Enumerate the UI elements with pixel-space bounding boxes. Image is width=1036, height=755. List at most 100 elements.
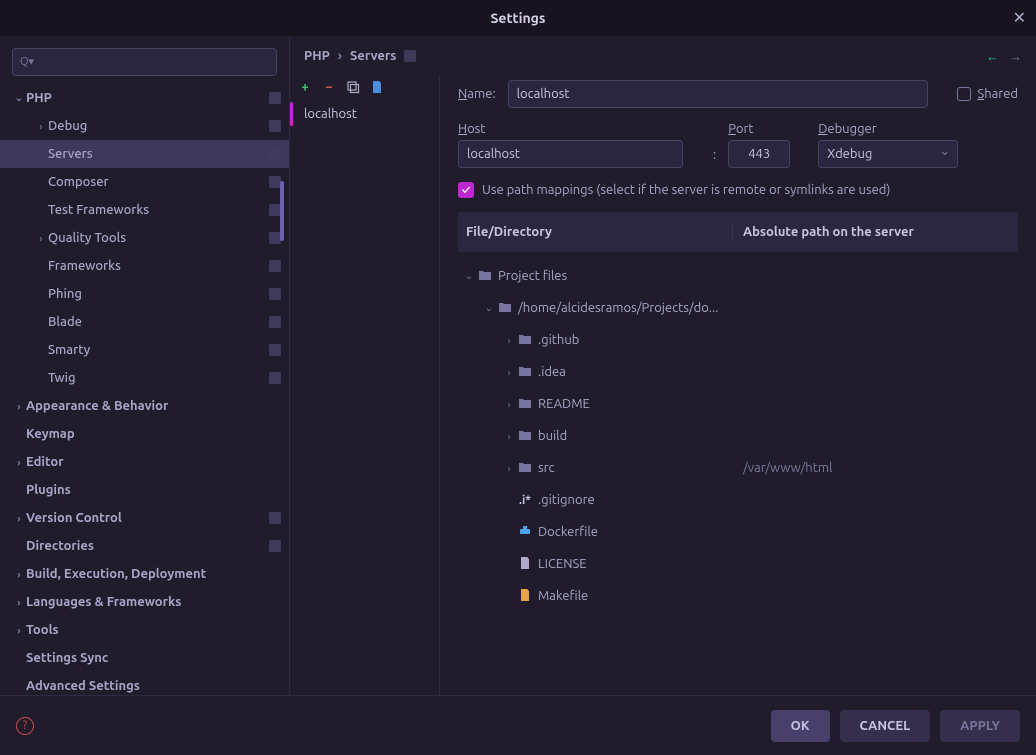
- sidebar-item[interactable]: Composer: [0, 168, 289, 196]
- chevron-icon: ›: [34, 233, 48, 244]
- sidebar-item[interactable]: Settings Sync: [0, 644, 289, 672]
- mapping-absolute-path[interactable]: /var/www/html: [733, 461, 1018, 475]
- mapping-row[interactable]: Makefile: [458, 580, 1018, 612]
- docker-icon: [516, 525, 534, 540]
- nav-back-icon[interactable]: ←: [986, 49, 999, 64]
- sidebar-item[interactable]: Smarty: [0, 336, 289, 364]
- mapping-row[interactable]: .i* .gitignore: [458, 484, 1018, 516]
- chevron-icon: ›: [502, 431, 516, 442]
- sidebar-item[interactable]: Phing: [0, 280, 289, 308]
- chevron-icon: ›: [12, 401, 26, 412]
- apply-button[interactable]: APPLY: [940, 710, 1020, 742]
- sidebar-item-label: Smarty: [48, 343, 265, 357]
- copy-icon[interactable]: [346, 80, 360, 94]
- project-scope-badge: [269, 120, 281, 132]
- mapping-label: LICENSE: [538, 557, 587, 571]
- sidebar-item[interactable]: Servers: [0, 140, 289, 168]
- server-form: Name: Shared Host : Port: [440, 76, 1036, 695]
- sidebar-item[interactable]: Advanced Settings: [0, 672, 289, 695]
- host-input[interactable]: [458, 140, 683, 168]
- cancel-button[interactable]: CANCEL: [840, 710, 931, 742]
- mapping-row[interactable]: ›src/var/www/html: [458, 452, 1018, 484]
- sidebar-item-label: Phing: [48, 287, 265, 301]
- breadcrumb-parent[interactable]: PHP: [304, 49, 330, 63]
- sidebar-item-label: Debug: [48, 119, 265, 133]
- chevron-icon: ›: [502, 367, 516, 378]
- sidebar-item[interactable]: Directories: [0, 532, 289, 560]
- sidebar-item[interactable]: ›Quality Tools: [0, 224, 289, 252]
- shared-checkbox[interactable]: Shared: [957, 87, 1018, 101]
- port-input[interactable]: [728, 140, 790, 168]
- sidebar-item-label: Composer: [48, 175, 265, 189]
- sidebar-item-label: Directories: [26, 539, 265, 553]
- import-icon[interactable]: [370, 80, 384, 94]
- sidebar-item[interactable]: ›Debug: [0, 112, 289, 140]
- sidebar-item[interactable]: Frameworks: [0, 252, 289, 280]
- sidebar-item-label: Version Control: [26, 511, 265, 525]
- sidebar-item[interactable]: Blade: [0, 308, 289, 336]
- sidebar-item[interactable]: ›Editor: [0, 448, 289, 476]
- chevron-icon: ›: [12, 597, 26, 608]
- sidebar-item[interactable]: ›Tools: [0, 616, 289, 644]
- mapping-label: README: [538, 397, 590, 411]
- mapping-row[interactable]: ›.idea: [458, 356, 1018, 388]
- mappings-header: File/Directory Absolute path on the serv…: [458, 212, 1018, 252]
- sidebar-item[interactable]: ›Version Control: [0, 504, 289, 532]
- sidebar-item[interactable]: Twig: [0, 364, 289, 392]
- sidebar-item-label: Advanced Settings: [26, 679, 281, 693]
- help-icon[interactable]: ?: [16, 717, 34, 735]
- sidebar-item-label: PHP: [26, 91, 265, 105]
- sidebar-item[interactable]: Plugins: [0, 476, 289, 504]
- name-label: Name:: [458, 87, 496, 101]
- close-icon[interactable]: ✕: [1013, 8, 1026, 27]
- sidebar-item-label: Quality Tools: [48, 231, 265, 245]
- name-input[interactable]: [508, 80, 928, 108]
- sidebar-item[interactable]: ›Appearance & Behavior: [0, 392, 289, 420]
- sidebar-item[interactable]: Keymap: [0, 420, 289, 448]
- project-scope-badge: [269, 372, 281, 384]
- chevron-icon: ›: [12, 625, 26, 636]
- breadcrumb-separator: ›: [338, 49, 342, 63]
- gitignore-icon: .i*: [516, 494, 534, 507]
- col-absolute-path: Absolute path on the server: [733, 225, 1018, 239]
- breadcrumb-current: Servers: [350, 49, 396, 63]
- sidebar-item-label: Frameworks: [48, 259, 265, 273]
- server-list-item[interactable]: localhost: [290, 100, 439, 128]
- chevron-icon: ⌄: [482, 302, 496, 314]
- add-icon[interactable]: +: [298, 80, 312, 94]
- host-label: Host: [458, 122, 683, 136]
- chevron-icon: ›: [12, 457, 26, 468]
- mapping-row[interactable]: ⌄Project files: [458, 260, 1018, 292]
- debugger-select[interactable]: Xdebug: [818, 140, 958, 168]
- checkbox-empty-icon: [957, 87, 971, 101]
- mapping-row[interactable]: Dockerfile: [458, 516, 1018, 548]
- ok-button[interactable]: OK: [771, 710, 830, 742]
- remove-icon[interactable]: −: [322, 80, 336, 94]
- mappings-tree[interactable]: ⌄Project files⌄/home/alcidesramos/Projec…: [458, 252, 1018, 620]
- sidebar-item[interactable]: ›Build, Execution, Deployment: [0, 560, 289, 588]
- colon-separator: :: [713, 148, 716, 162]
- mapping-row[interactable]: LICENSE: [458, 548, 1018, 580]
- mapping-row[interactable]: › build: [458, 420, 1018, 452]
- mapping-row[interactable]: ›README: [458, 388, 1018, 420]
- project-scope-badge: [269, 148, 281, 160]
- sidebar-item[interactable]: Test Frameworks: [0, 196, 289, 224]
- chevron-icon: ›: [502, 335, 516, 346]
- path-mappings-checkbox[interactable]: ✓ Use path mappings (select if the serve…: [458, 182, 1018, 198]
- content-pane: PHP › Servers ← → + −: [290, 36, 1036, 695]
- mapping-label: .gitignore: [538, 493, 595, 507]
- folder-icon: [516, 397, 534, 412]
- folder-icon: [516, 429, 534, 444]
- nav-forward-icon[interactable]: →: [1009, 49, 1022, 64]
- search-input[interactable]: [12, 48, 277, 76]
- mapping-row[interactable]: ⌄/home/alcidesramos/Projects/do...: [458, 292, 1018, 324]
- settings-tree[interactable]: ⌄PHP›DebugServersComposerTest Frameworks…: [0, 84, 289, 695]
- folder-icon: [516, 333, 534, 348]
- mapping-row[interactable]: ›.github: [458, 324, 1018, 356]
- project-scope-badge: [269, 260, 281, 272]
- sidebar-item[interactable]: ›Languages & Frameworks: [0, 588, 289, 616]
- scroll-thumb[interactable]: [280, 181, 284, 241]
- mapping-label: build: [538, 429, 567, 443]
- sidebar-item[interactable]: ⌄PHP: [0, 84, 289, 112]
- project-scope-badge: [269, 316, 281, 328]
